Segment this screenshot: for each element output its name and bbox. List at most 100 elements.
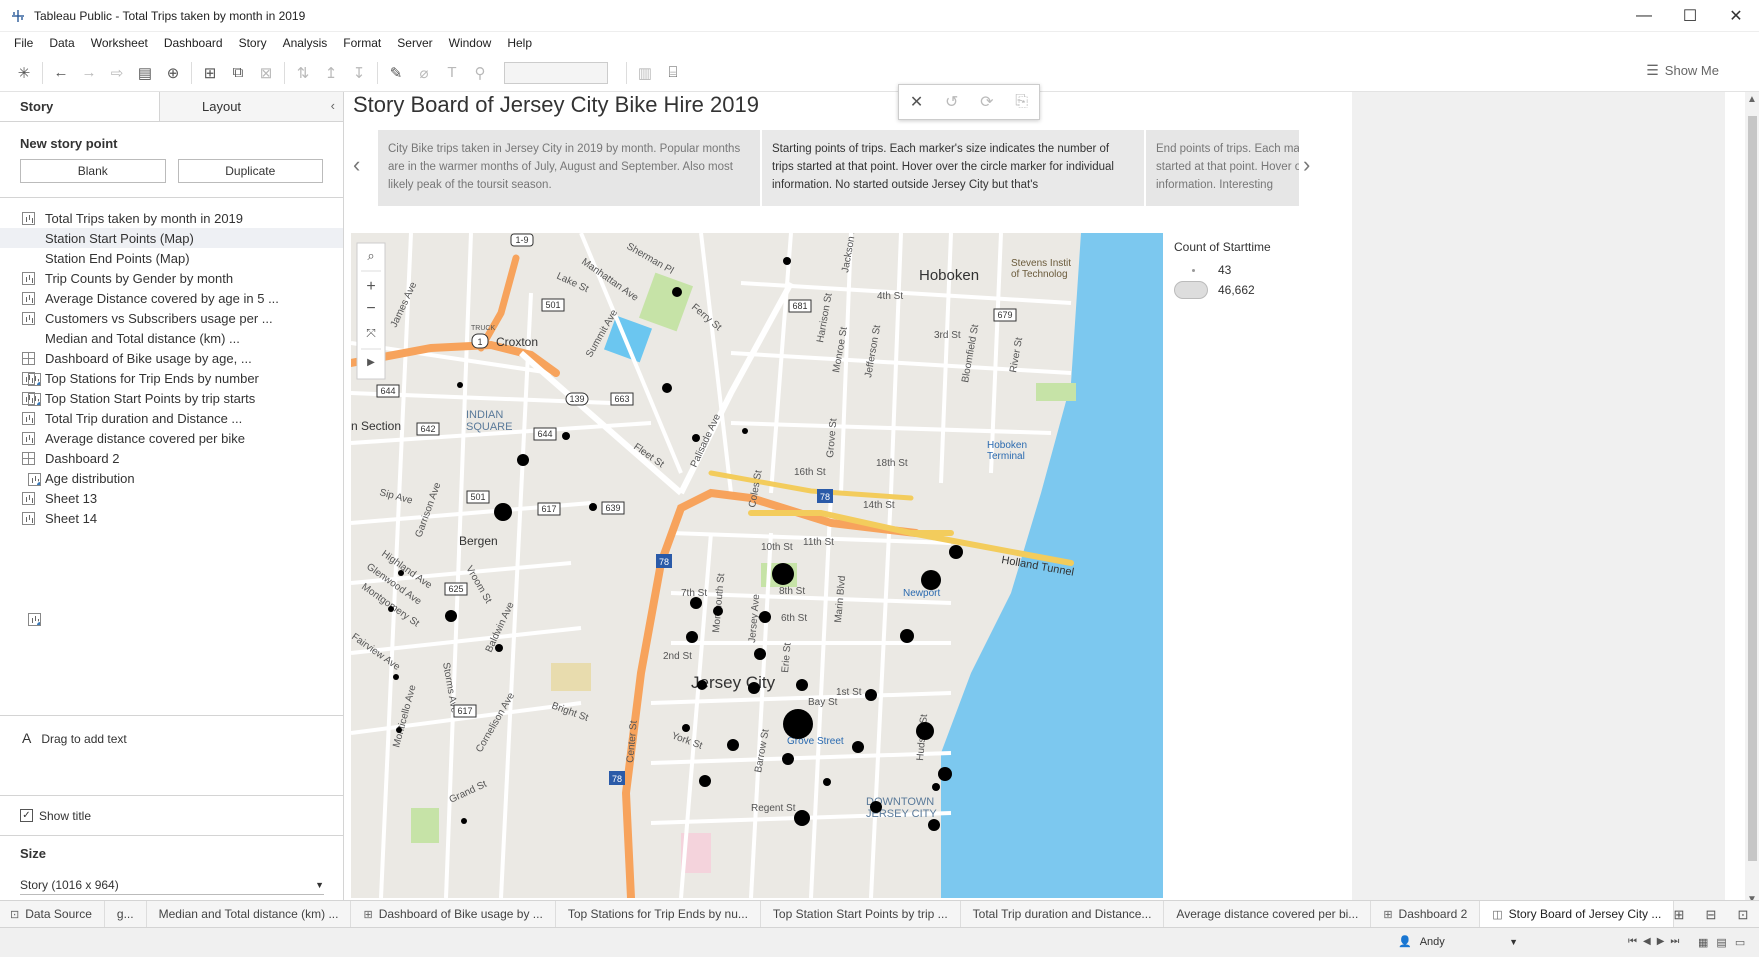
sheet-tab[interactable]: Top Station Start Points by trip ... <box>761 900 961 928</box>
menu-worksheet[interactable]: Worksheet <box>83 36 156 50</box>
station-marker[interactable] <box>692 434 700 442</box>
station-marker[interactable] <box>754 648 766 660</box>
presentation-mode-icon[interactable]: ⌸ <box>659 59 687 87</box>
sheet-tab[interactable]: g... <box>105 900 147 928</box>
story-point-caption[interactable]: End points of trips. Each marker's size … <box>1146 130 1299 206</box>
station-marker[interactable] <box>759 611 771 623</box>
station-start-map[interactable]: Hoboken Jersey City Bergen Croxton n Sec… <box>351 233 1163 898</box>
menu-format[interactable]: Format <box>335 36 389 50</box>
station-marker[interactable] <box>562 432 570 440</box>
pin-icon[interactable]: ⚲ <box>466 59 494 87</box>
station-marker[interactable] <box>852 741 864 753</box>
station-marker[interactable] <box>396 727 402 733</box>
menu-server[interactable]: Server <box>389 36 440 50</box>
collapse-pane-icon[interactable]: ‹ <box>331 98 335 113</box>
sheet-item[interactable]: Customers vs Subscribers usage per ... <box>0 308 343 328</box>
station-marker[interactable] <box>928 819 940 831</box>
station-marker[interactable] <box>697 680 707 690</box>
station-marker[interactable] <box>823 778 831 786</box>
highlight-icon[interactable]: ✎ <box>382 59 410 87</box>
station-marker[interactable] <box>921 570 941 590</box>
tab-data-source[interactable]: ⊡ Data Source <box>0 900 105 928</box>
sheet-item[interactable]: Trip Counts by Gender by month <box>0 268 343 288</box>
revert-icon[interactable]: ↺ <box>945 92 958 112</box>
duplicate-sheet-icon[interactable]: ⧉ <box>224 59 252 87</box>
station-marker[interactable] <box>682 724 690 732</box>
sheet-tab[interactable]: Median and Total distance (km) ... <box>147 900 352 928</box>
menu-help[interactable]: Help <box>499 36 540 50</box>
next-story-point-icon[interactable]: › <box>1303 152 1310 178</box>
sort-descending-icon[interactable]: ↧ <box>345 59 373 87</box>
station-marker[interactable] <box>699 775 711 787</box>
sheet-item[interactable]: Sheet 13 <box>0 488 343 508</box>
sheet-item[interactable]: Age distribution <box>0 468 343 626</box>
show-me-button[interactable]: ☰ Show Me <box>1646 62 1719 79</box>
blank-button[interactable]: Blank <box>20 159 166 183</box>
station-marker[interactable] <box>938 767 952 781</box>
scrollbar-thumb[interactable] <box>1748 116 1757 861</box>
menu-dashboard[interactable]: Dashboard <box>156 36 231 50</box>
save-as-new-icon[interactable]: ⎘ <box>1015 93 1028 111</box>
sheet-item[interactable]: Dashboard of Bike usage by age, ... <box>0 348 343 368</box>
undo-icon[interactable]: ← <box>47 59 75 87</box>
sheet-tab[interactable]: ⊞ Dashboard of Bike usage by ... <box>351 900 556 928</box>
fit-dropdown[interactable] <box>504 61 608 84</box>
sheet-tab-active[interactable]: ◫ Story Board of Jersey City ... <box>1480 900 1675 928</box>
delete-story-point-icon[interactable]: ✕ <box>910 92 923 112</box>
group-icon[interactable]: ⌀ <box>410 59 438 87</box>
sheet-tab[interactable]: Total Trip duration and Distance... <box>961 900 1165 928</box>
previous-sheet-icon[interactable]: ◀ <box>1643 936 1651 947</box>
size-dropdown[interactable]: Story (1016 x 964) ▼ <box>20 875 324 895</box>
next-sheet-icon[interactable]: ▶ <box>1657 936 1665 947</box>
station-marker[interactable] <box>727 739 739 751</box>
station-marker[interactable] <box>742 428 748 434</box>
station-marker[interactable] <box>393 674 399 680</box>
sheet-item[interactable]: Average Distance covered by age in 5 ... <box>0 288 343 308</box>
station-marker[interactable] <box>686 631 698 643</box>
zoom-out-icon[interactable]: − <box>366 300 375 317</box>
close-button[interactable]: ✕ <box>1713 0 1759 32</box>
tab-story[interactable]: Story <box>0 92 160 121</box>
scroll-up-icon[interactable]: ▲ <box>1747 94 1757 105</box>
user-menu[interactable]: 👤 Andy ▼ <box>1398 935 1518 949</box>
sheet-sorter-icon[interactable]: ▦ <box>1698 936 1708 949</box>
station-marker[interactable] <box>916 722 934 740</box>
update-icon[interactable]: ⟳ <box>980 92 993 112</box>
menu-analysis[interactable]: Analysis <box>275 36 336 50</box>
story-point-caption-active[interactable]: Starting points of trips. Each marker's … <box>762 130 1144 206</box>
station-marker[interactable] <box>949 545 963 559</box>
station-marker[interactable] <box>783 709 813 739</box>
sheet-item[interactable]: Median and Total distance (km) ... <box>0 328 343 486</box>
clear-sheet-icon[interactable]: ⊠ <box>252 59 280 87</box>
minimize-button[interactable]: — <box>1621 0 1667 32</box>
show-title-checkbox[interactable]: ✓ Show title <box>0 795 343 835</box>
duplicate-button[interactable]: Duplicate <box>177 159 323 183</box>
sort-ascending-icon[interactable]: ↥ <box>317 59 345 87</box>
sheet-item[interactable]: Total Trips taken by month in 2019 <box>0 208 343 228</box>
station-marker[interactable] <box>900 629 914 643</box>
station-marker[interactable] <box>796 679 808 691</box>
maximize-button[interactable]: ☐ <box>1667 0 1713 32</box>
station-marker[interactable] <box>932 783 940 791</box>
filmstrip-icon[interactable]: ▤ <box>1716 936 1726 949</box>
station-marker[interactable] <box>495 644 503 652</box>
story-point-caption[interactable]: City Bike trips taken in Jersey City in … <box>378 130 760 206</box>
sheet-tab[interactable]: ⊞ Dashboard 2 <box>1371 900 1481 928</box>
station-marker[interactable] <box>445 610 457 622</box>
station-marker[interactable] <box>398 570 404 576</box>
new-dashboard-icon[interactable]: ⊟ <box>1695 901 1727 928</box>
drag-to-add-text[interactable]: A Drag to add text <box>0 715 343 795</box>
map-search-icon[interactable]: ⌕ <box>367 248 374 263</box>
station-marker[interactable] <box>461 818 467 824</box>
station-marker[interactable] <box>713 606 723 616</box>
zoom-in-icon[interactable]: + <box>366 278 375 295</box>
sheet-item[interactable]: Station End Points (Map) <box>0 248 343 406</box>
tab-layout[interactable]: Layout ‹ <box>160 92 343 121</box>
sheet-item[interactable]: Total Trip duration and Distance ... <box>0 408 343 428</box>
tableau-home-icon[interactable]: ✳ <box>10 59 38 87</box>
last-sheet-icon[interactable]: ⏭ <box>1670 936 1679 947</box>
station-marker[interactable] <box>690 597 702 609</box>
menu-data[interactable]: Data <box>41 36 82 50</box>
station-marker[interactable] <box>672 287 682 297</box>
tabs-view-icon[interactable]: ▭ <box>1735 936 1745 949</box>
